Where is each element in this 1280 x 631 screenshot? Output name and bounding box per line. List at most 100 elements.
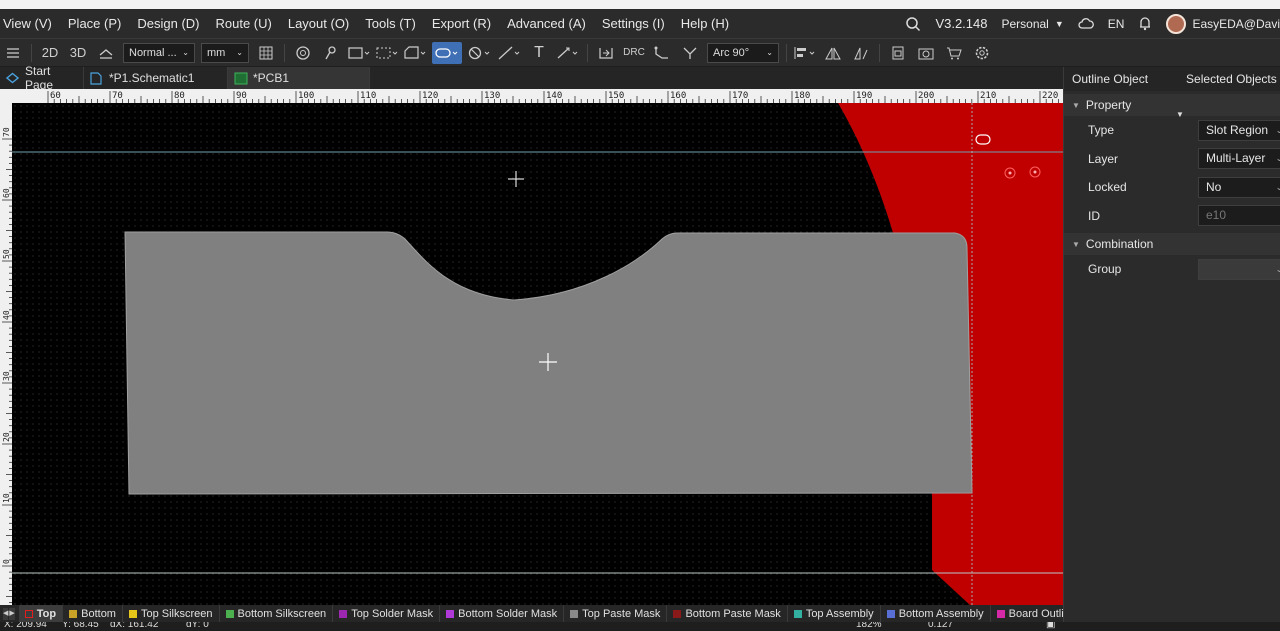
layer-tab[interactable]: Bottom Assembly <box>881 605 991 622</box>
bell-icon[interactable] <box>1138 16 1152 31</box>
layer-tab[interactable]: Top Assembly <box>788 605 881 622</box>
layer-tab[interactable]: Top Solder Mask <box>333 605 441 622</box>
scroll-right-icon[interactable]: ▶ <box>9 607 15 620</box>
ruler-label: 150 <box>608 91 624 101</box>
layer-color-swatch <box>128 609 137 618</box>
type-select[interactable]: Slot Region ⌄ <box>1198 119 1280 141</box>
locked-select[interactable]: No ⌄ <box>1198 176 1280 198</box>
menu-export[interactable]: Export (R) <box>424 9 499 38</box>
tab-selected-objects[interactable]: Selected Objects <box>1178 72 1280 86</box>
layer-tab[interactable]: Bottom Solder Mask <box>440 605 565 622</box>
via-icon[interactable] <box>292 42 314 64</box>
board-outline-icon[interactable] <box>404 42 426 64</box>
tab-schematic[interactable]: *P1.Schematic1 <box>84 67 228 89</box>
property-section-header[interactable]: ▼ Property <box>1064 94 1280 116</box>
fullscreen-icon[interactable]: ▣ <box>1046 622 1055 630</box>
slot-region-button[interactable] <box>432 41 462 64</box>
chevron-down-icon: ⌄ <box>236 48 243 57</box>
line-tool-icon[interactable] <box>498 42 522 64</box>
pcb-canvas[interactable] <box>12 103 1063 605</box>
layer-tab[interactable]: Top Silkscreen <box>123 605 220 622</box>
image-icon[interactable] <box>348 42 370 64</box>
diff-pair-icon[interactable] <box>679 42 701 64</box>
tab-outline-object[interactable]: Outline Object <box>1064 72 1156 86</box>
grid-icon[interactable] <box>255 42 277 64</box>
layer-tab[interactable]: Bottom <box>63 605 123 622</box>
ruler-vertical[interactable]: 70 60 50 40 30 20 10 0 <box>0 103 12 605</box>
menu-advanced[interactable]: Advanced (A) <box>499 9 594 38</box>
layer-color-swatch <box>793 609 802 618</box>
avatar[interactable] <box>1166 13 1187 34</box>
drc-button[interactable]: DRC <box>623 42 645 64</box>
via-marker[interactable] <box>1029 166 1041 178</box>
unit-value: mm <box>207 46 226 59</box>
routing-mode-select[interactable]: Normal ... ⌄ <box>123 42 195 63</box>
tab-label: *PCB1 <box>253 71 290 85</box>
ruler-label: 20 <box>2 432 11 442</box>
via-marker[interactable] <box>1004 167 1016 179</box>
menu-tools[interactable]: Tools (T) <box>357 9 424 38</box>
ruler-label: 40 <box>2 310 11 320</box>
ruler-horizontal[interactable]: 60 70 80 90 100 110 120 130 140 150 160 170 180 190 20… <box>0 89 1063 103</box>
dimension-icon[interactable] <box>556 42 580 64</box>
panel-tabs: Outline Object Selected Objects <box>1064 67 1280 91</box>
pin-icon[interactable] <box>320 42 342 64</box>
select-region-icon[interactable] <box>376 42 398 64</box>
user-name[interactable]: EasyEDA@Davi <box>1192 17 1280 31</box>
edition-dropdown[interactable]: Personal ▼ <box>1001 17 1063 31</box>
menu-bar: View (V) Place (P) Design (D) Route (U) … <box>0 9 1280 38</box>
ruler-label: 10 <box>2 493 11 503</box>
document-icon[interactable] <box>887 42 909 64</box>
menu-route[interactable]: Route (U) <box>207 9 279 38</box>
arc-mode-value: Arc 90° <box>713 46 750 59</box>
combination-section-header[interactable]: ▼ Combination <box>1064 233 1280 255</box>
cloud-icon[interactable] <box>1078 17 1094 31</box>
menu-help[interactable]: Help (H) <box>673 9 737 38</box>
cart-icon[interactable] <box>943 42 965 64</box>
menu-layout[interactable]: Layout (O) <box>280 9 357 38</box>
menu-design[interactable]: Design (D) <box>129 9 207 38</box>
menu-place[interactable]: Place (P) <box>60 9 129 38</box>
layer-label: Board Outli <box>1008 607 1063 620</box>
layer-label: Bottom <box>81 607 116 620</box>
route-icon[interactable] <box>651 42 673 64</box>
layer-label: Bottom Solder Mask <box>458 607 558 620</box>
search-icon[interactable] <box>905 16 921 32</box>
ruler-label: 60 <box>2 188 11 198</box>
layer-select[interactable]: Multi-Layer ⌄ <box>1198 148 1280 170</box>
align-icon[interactable] <box>794 42 816 64</box>
layer-stack-icon[interactable] <box>95 42 117 64</box>
view-2d-button[interactable]: 2D <box>39 42 61 64</box>
view-3d-button[interactable]: 3D <box>67 42 89 64</box>
hamburger-icon[interactable] <box>2 42 24 64</box>
id-field[interactable]: e10 <box>1198 205 1280 227</box>
layer-tab[interactable]: Bottom Paste Mask <box>667 605 788 622</box>
unit-select[interactable]: mm ⌄ <box>201 42 249 63</box>
text-tool-icon[interactable]: T <box>528 42 550 64</box>
import-icon[interactable] <box>595 42 617 64</box>
camera-icon[interactable] <box>915 42 937 64</box>
arc-mode-select[interactable]: Arc 90° ⌄ <box>707 42 779 63</box>
separator <box>786 43 787 62</box>
flip-vertical-icon[interactable] <box>850 42 872 64</box>
property-row-locked: Locked No ⌄ <box>1064 173 1280 202</box>
layer-tab[interactable]: Bottom Silkscreen <box>220 605 334 622</box>
layer-tab[interactable]: Board Outli <box>991 605 1063 622</box>
layer-value: Multi-Layer <box>1206 151 1266 166</box>
scroll-left-icon[interactable]: ◀ <box>3 607 9 620</box>
menu-settings[interactable]: Settings (I) <box>594 9 673 38</box>
chevron-down-icon: ⌄ <box>1275 178 1280 197</box>
flip-horizontal-icon[interactable] <box>822 42 844 64</box>
tab-start-page[interactable]: Start Page <box>0 64 84 92</box>
layer-tab[interactable]: Top Paste Mask <box>564 605 668 622</box>
prohibited-region-icon[interactable] <box>468 42 492 64</box>
grid-size: 0.127 <box>928 622 954 630</box>
browser-strip <box>0 0 1280 9</box>
group-select[interactable]: ⌄ <box>1198 258 1280 280</box>
schematic-file-icon <box>90 71 103 85</box>
layer-tab[interactable]: Top <box>18 605 64 622</box>
tab-pcb[interactable]: *PCB1 <box>228 67 370 89</box>
settings-icon[interactable] <box>971 42 993 64</box>
menu-view[interactable]: View (V) <box>0 9 60 38</box>
language-button[interactable]: EN <box>1108 17 1125 31</box>
